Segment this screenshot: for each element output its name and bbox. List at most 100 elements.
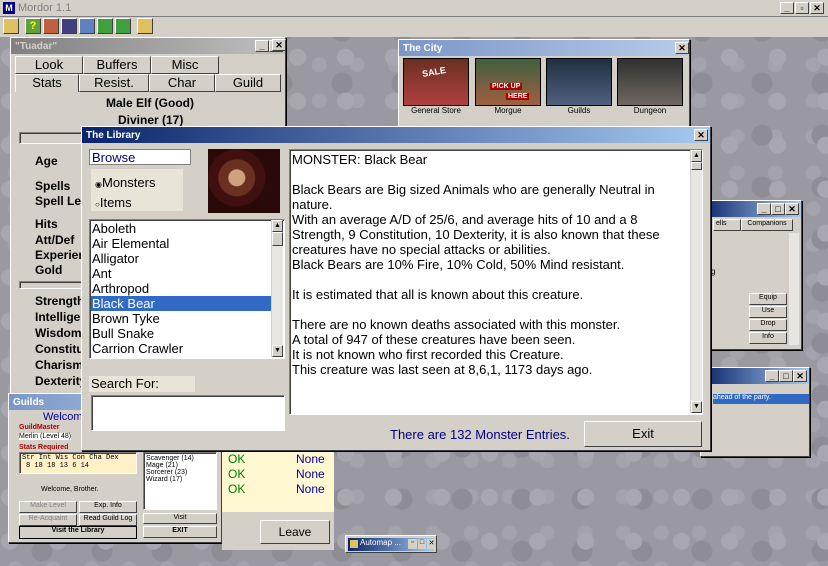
monster-list-item[interactable]: Air Elemental — [91, 236, 271, 251]
tab-companions[interactable]: Companions — [741, 219, 793, 231]
tab-look[interactable]: Look — [15, 56, 83, 74]
window-icon[interactable] — [137, 18, 153, 34]
character-class: Diviner (17) — [118, 113, 184, 127]
monster-list-item[interactable]: Alligator — [91, 251, 271, 266]
tab-char[interactable]: Char — [149, 74, 215, 92]
guild-item[interactable]: Scavenger (14) — [146, 455, 214, 462]
morgue-image[interactable]: PICK UP HERE — [475, 58, 541, 106]
tab-resist[interactable]: Resist. — [79, 74, 149, 92]
leave-button[interactable]: Leave — [260, 520, 330, 544]
detail-line — [292, 167, 690, 182]
monster-list[interactable]: Aboleth Air Elemental Alligator Ant Arthropo… — [89, 219, 285, 359]
messages-maximize-button[interactable]: □ — [779, 370, 793, 382]
guild-visit-button[interactable]: Visit — [143, 513, 217, 524]
exp-info-button[interactable]: Exp. Info — [79, 501, 137, 513]
scroll-up-button[interactable]: ▲ — [272, 220, 283, 232]
monster-list-item[interactable]: Brown Tyke — [91, 311, 271, 326]
tab-misc[interactable]: Misc — [151, 56, 219, 74]
general-store-image[interactable]: SALE — [403, 58, 469, 106]
info-button[interactable]: Info — [749, 332, 787, 344]
char-close-button[interactable]: ✕ — [272, 39, 286, 51]
tab-spells[interactable]: ells — [713, 219, 741, 231]
re-acquaint-button[interactable]: Re-Acquaint — [19, 514, 77, 526]
label-hits: Hits — [35, 217, 58, 231]
general-store-label[interactable]: General Store — [403, 106, 469, 115]
entry-count: There are 132 Monster Entries. — [390, 427, 570, 442]
make-level-button[interactable]: Make Level — [19, 501, 77, 513]
character-titlebar: "Tuadar" — [11, 38, 285, 54]
app-title: Mordor 1.1 — [18, 2, 72, 14]
monster-list-item[interactable]: Arthropod — [91, 281, 271, 296]
guilds-label[interactable]: Guilds — [546, 106, 612, 115]
close-button[interactable]: ✕ — [810, 2, 824, 14]
person-down-icon[interactable] — [115, 18, 131, 34]
automap-maximize-button[interactable]: □ — [418, 539, 426, 549]
use-button[interactable]: Use — [749, 306, 787, 318]
status-none: None — [296, 482, 325, 496]
library-exit-button[interactable]: Exit — [584, 421, 702, 447]
monster-list-item[interactable]: Bull Snake — [91, 326, 271, 341]
city-close-button[interactable]: ✕ — [675, 42, 689, 54]
party-minimize-button[interactable]: _ — [757, 203, 771, 215]
drop-button[interactable]: Drop — [749, 319, 787, 331]
library-close-button[interactable]: ✕ — [694, 129, 708, 141]
dungeon-image[interactable] — [617, 58, 683, 106]
guilds-image[interactable] — [546, 58, 612, 106]
tab-guild[interactable]: Guild — [215, 74, 281, 92]
detail-scroll-thumb[interactable] — [691, 162, 702, 170]
detail-scroll-up-button[interactable]: ▲ — [691, 150, 702, 162]
guild-exit-button[interactable]: EXIT — [143, 526, 217, 538]
tab-buffers[interactable]: Buffers — [83, 56, 151, 74]
messages-minimize-button[interactable]: _ — [765, 370, 779, 382]
radio-items[interactable]: ○Items — [95, 195, 132, 210]
restore-button[interactable]: ▫ — [795, 2, 809, 14]
city-title: The City — [403, 42, 443, 54]
scroll-thumb[interactable] — [272, 232, 283, 246]
guild-item[interactable]: Sorcerer (23) — [146, 469, 214, 476]
read-guild-log-button[interactable]: Read Guild Log — [79, 514, 137, 526]
label-intelligence: Intelliger — [35, 310, 86, 324]
guild-item[interactable]: Wizard (17) — [146, 476, 214, 483]
label-experience: Experien — [35, 248, 86, 262]
tiles-icon[interactable] — [61, 18, 77, 34]
stat-headers: Str Int Wis Con Cha Dex — [22, 454, 119, 462]
morgue-sign-here: HERE — [506, 93, 530, 100]
dungeon-label[interactable]: Dungeon — [617, 106, 683, 115]
toolbar: ? — [0, 17, 828, 37]
messages-close-button[interactable]: ✕ — [793, 370, 807, 382]
minimize-button[interactable]: _ — [780, 2, 794, 14]
book-icon[interactable] — [3, 18, 19, 34]
automap-close-button[interactable]: ✕ — [427, 539, 436, 549]
automap-restore-button[interactable]: ▫ — [408, 539, 417, 549]
automap-window[interactable]: Automap ... ▫ □ ✕ — [345, 535, 437, 553]
guild-item[interactable]: Mage (21) — [146, 462, 214, 469]
morgue-label[interactable]: Morgue — [475, 106, 541, 115]
monster-list-item[interactable]: Ant — [91, 266, 271, 281]
question-icon[interactable]: ? — [25, 18, 41, 34]
grid-icon[interactable] — [43, 18, 59, 34]
search-input[interactable] — [91, 395, 285, 431]
detail-scroll-down-button[interactable]: ▼ — [691, 401, 702, 413]
city-titlebar: The City — [399, 40, 689, 56]
scroll-down-button[interactable]: ▼ — [272, 345, 283, 357]
app-titlebar: M Mordor 1.1 _ ▫ ✕ — [0, 0, 828, 17]
char-minimize-button[interactable]: _ — [255, 40, 269, 52]
save-icon[interactable] — [79, 18, 95, 34]
search-label: Search For: — [89, 376, 195, 392]
tab-stats[interactable]: Stats — [15, 74, 79, 92]
monster-list-item[interactable]: Carrion Crawler — [91, 341, 271, 356]
label-spell-level: Spell Lev — [35, 194, 88, 208]
monster-list-scrollbar[interactable]: ▲ ▼ — [271, 220, 283, 357]
party-close-button[interactable]: ✕ — [785, 203, 799, 215]
party-maximize-button[interactable]: □ — [771, 203, 785, 215]
equip-button[interactable]: Equip — [749, 293, 787, 305]
monster-list-item[interactable]: Aboleth — [91, 221, 271, 236]
city-window: The City ✕ SALE PICK UP HERE General Sto… — [398, 39, 690, 129]
detail-scrollbar[interactable]: ▲ ▼ — [690, 150, 702, 413]
guild-list[interactable]: Scavenger (14) Mage (21) Sorcerer (23) W… — [143, 452, 217, 510]
party-scrollbar[interactable] — [789, 233, 799, 345]
visit-library-button[interactable]: Visit the Library — [19, 526, 137, 539]
person-up-icon[interactable] — [97, 18, 113, 34]
radio-monsters[interactable]: ◉Monsters — [95, 175, 155, 190]
monster-list-item-selected[interactable]: Black Bear — [91, 296, 271, 311]
